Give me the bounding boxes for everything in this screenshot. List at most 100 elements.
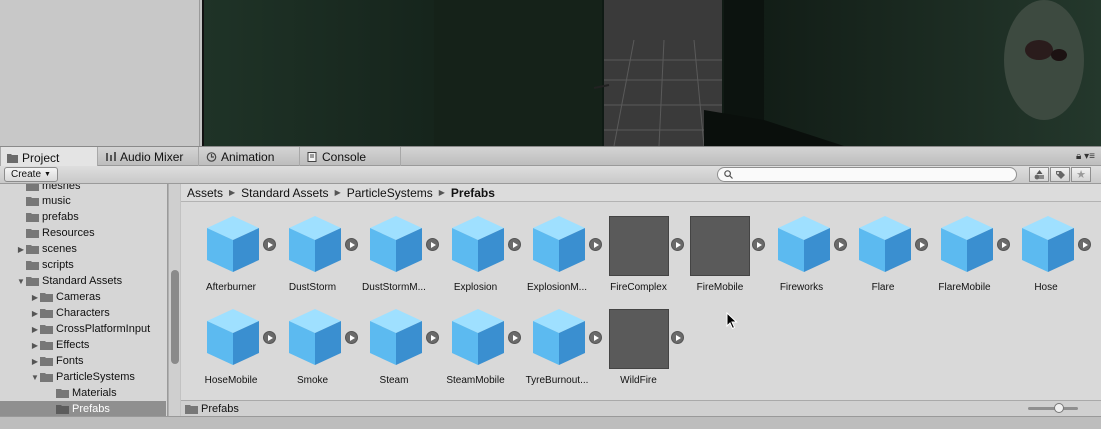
tab-animation[interactable]: Animation — [200, 147, 300, 167]
tree-item-scenes[interactable]: ▶ scenes — [0, 241, 166, 257]
tree-item-music[interactable]: music — [0, 193, 166, 209]
asset-label: Afterburner — [205, 282, 257, 293]
tree-item-label: Fonts — [56, 355, 84, 367]
expand-arrow-icon[interactable]: ▶ — [30, 309, 40, 318]
folder-icon — [26, 197, 39, 206]
asset-item-hosemobile[interactable]: HoseMobile — [191, 299, 276, 389]
asset-item-firecomplex[interactable]: FireComplex — [599, 206, 684, 296]
tree-item-label: scripts — [42, 259, 74, 271]
tab-console[interactable]: Console — [301, 147, 401, 167]
folder-icon — [26, 213, 39, 222]
breadcrumb-assets[interactable]: Assets — [187, 186, 223, 200]
prefab-cube-icon — [533, 216, 585, 272]
asset-item-duststormm[interactable]: DustStormM... — [354, 206, 439, 296]
project-toolbar: Create ▼ ★ — [0, 166, 1101, 184]
expand-arrow-icon[interactable]: ▶ — [30, 325, 40, 334]
asset-item-afterburner[interactable]: Afterburner — [191, 206, 276, 296]
lock-icon[interactable]: 🔒︎ — [1076, 151, 1081, 162]
create-button[interactable]: Create ▼ — [4, 167, 58, 182]
tree-scrollbar-thumb[interactable] — [171, 270, 179, 364]
asset-label: FlareMobile — [938, 282, 991, 293]
asset-item-flaremobile[interactable]: FlareMobile — [925, 206, 1010, 296]
asset-item-fireworks[interactable]: Fireworks — [762, 206, 847, 296]
tree-item-scripts[interactable]: scripts — [0, 257, 166, 273]
expand-arrow-icon[interactable]: ▶ — [30, 357, 40, 366]
favorite-button[interactable]: ★ — [1071, 167, 1091, 182]
asset-label: Explosion — [453, 282, 498, 293]
asset-label: WildFire — [620, 375, 657, 386]
tree-item-materials[interactable]: Materials — [0, 385, 166, 401]
tree-item-label: scenes — [42, 243, 77, 255]
tree-item-crossplatforminput[interactable]: ▶ CrossPlatformInput — [0, 321, 166, 337]
panel-menu-icon[interactable]: ▾≡ — [1084, 151, 1095, 162]
asset-item-hose[interactable]: Hose — [1006, 206, 1091, 296]
tree-item-cameras[interactable]: ▶ Cameras — [0, 289, 166, 305]
hierarchy-panel — [0, 0, 200, 146]
tree-scrollbar[interactable] — [168, 184, 180, 416]
asset-label: DustStormM... — [362, 282, 426, 293]
audio-mixer-icon — [106, 152, 116, 161]
tree-item-fonts[interactable]: ▶ Fonts — [0, 353, 166, 369]
expand-arrow-icon[interactable]: ▶ — [30, 293, 40, 302]
asset-label: ExplosionM... — [526, 282, 588, 293]
scene-view[interactable] — [202, 0, 1101, 146]
tree-item-effects[interactable]: ▶ Effects — [0, 337, 166, 353]
favorite-star-icon: ★ — [1076, 169, 1086, 181]
expand-arrow-icon[interactable]: ▶ — [30, 341, 40, 350]
prefab-cube-icon — [451, 309, 504, 365]
asset-item-steammobile[interactable]: SteamMobile — [436, 299, 521, 389]
prefab-cube-icon — [288, 309, 341, 365]
expand-arrow-icon[interactable]: ▶ — [16, 245, 26, 254]
tab-project[interactable]: Project — [0, 147, 98, 168]
asset-item-duststorm[interactable]: DustStorm — [273, 206, 358, 296]
panel-options-menu[interactable]: 🔒︎ ▾≡ — [1076, 151, 1095, 162]
breadcrumb-particlesystems[interactable]: ParticleSystems — [347, 186, 433, 200]
tree-item-resources[interactable]: Resources — [0, 225, 166, 241]
status-bar — [0, 416, 1101, 429]
tree-item-standard-assets[interactable]: ▼ Standard Assets — [0, 273, 166, 289]
icon-size-slider-knob[interactable] — [1054, 403, 1064, 413]
tree-item-label: Cameras — [56, 291, 101, 303]
icon-size-slider[interactable] — [1028, 403, 1078, 413]
play-preview-icon[interactable] — [670, 331, 684, 344]
search-field[interactable] — [717, 167, 1017, 182]
asset-item-steam[interactable]: Steam — [354, 299, 439, 389]
asset-label: FireComplex — [610, 282, 667, 293]
breadcrumb: Assets ▶ Standard Assets ▶ ParticleSyste… — [181, 184, 1101, 202]
tree-item-prefabs-selected[interactable]: Prefabs — [0, 401, 166, 416]
prefab-cube-icon — [940, 216, 993, 272]
tab-label: Project — [22, 150, 60, 165]
project-footer: Prefabs — [181, 400, 1101, 416]
asset-item-tyreburnout[interactable]: TyreBurnout... — [517, 299, 602, 389]
prefab-cube-icon — [370, 216, 422, 272]
asset-item-explosion[interactable]: Explosion — [436, 206, 521, 296]
asset-label: Flare — [871, 282, 895, 293]
asset-item-explosionm[interactable]: ExplosionM... — [517, 206, 602, 296]
folder-open-icon — [26, 277, 39, 286]
asset-item-flare[interactable]: Flare — [843, 206, 928, 296]
tab-audio-mixer[interactable]: Audio Mixer — [99, 147, 199, 167]
breadcrumb-prefabs[interactable]: Prefabs — [451, 186, 495, 200]
play-preview-icon[interactable] — [1078, 238, 1091, 251]
animation-icon — [206, 152, 217, 162]
tree-item-label: prefabs — [42, 211, 79, 223]
tree-item-label: Resources — [42, 227, 95, 239]
asset-label: SteamMobile — [446, 375, 505, 386]
asset-item-wildfire[interactable]: WildFire — [599, 299, 684, 389]
filter-by-label-button[interactable] — [1050, 167, 1070, 182]
asset-item-smoke[interactable]: Smoke — [273, 299, 358, 389]
tree-item-characters[interactable]: ▶ Characters — [0, 305, 166, 321]
scene-render — [204, 0, 1101, 146]
breadcrumb-standard-assets[interactable]: Standard Assets — [241, 186, 328, 200]
prefab-cube-icon — [1022, 216, 1074, 272]
collapse-arrow-icon[interactable]: ▼ — [16, 277, 26, 286]
tree-item-prefabs[interactable]: prefabs — [0, 209, 166, 225]
filter-by-type-button[interactable] — [1029, 167, 1049, 182]
tree-item-particlesystems[interactable]: ▼ ParticleSystems — [0, 369, 166, 385]
search-input[interactable] — [737, 169, 1007, 180]
tab-label: Audio Mixer — [120, 150, 184, 164]
asset-label: Smoke — [296, 375, 329, 386]
collapse-arrow-icon[interactable]: ▼ — [30, 373, 40, 382]
tree-item-label: ParticleSystems — [56, 371, 135, 383]
asset-item-firemobile[interactable]: FireMobile — [680, 206, 765, 296]
